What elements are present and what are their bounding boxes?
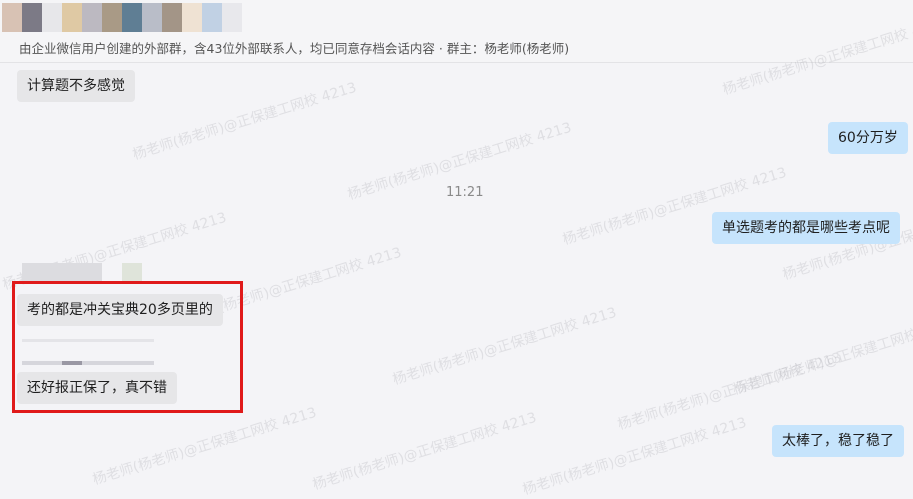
watermark-text: 杨老师(杨老师)@正保建工网校 4213: [615, 349, 844, 434]
watermark-text: 杨老师(杨老师)@正保建工网校 4213: [730, 315, 913, 399]
sender-name-blurred: [22, 263, 102, 283]
member-avatar[interactable]: [222, 3, 242, 32]
member-avatar[interactable]: [182, 3, 202, 32]
message-outgoing[interactable]: 60分万岁: [828, 122, 908, 154]
member-avatar[interactable]: [82, 3, 102, 32]
highlight-box: [12, 281, 243, 413]
member-avatar[interactable]: [122, 3, 142, 32]
watermark-text: 杨老师(杨老师)@正保建工网校 4213: [130, 79, 359, 164]
message-incoming[interactable]: 计算题不多感觉: [17, 70, 135, 102]
message-outgoing[interactable]: 太棒了，稳了稳了: [772, 425, 904, 457]
member-avatar[interactable]: [62, 3, 82, 32]
member-avatar[interactable]: [202, 3, 222, 32]
sender-avatar-blurred[interactable]: [122, 263, 142, 283]
watermark-text: 杨老师(杨老师)@正保建工网校 4213: [520, 414, 749, 499]
message-outgoing[interactable]: 单选题考的都是哪些考点呢: [712, 212, 900, 244]
member-avatar[interactable]: [2, 3, 22, 32]
member-avatar[interactable]: [22, 3, 42, 32]
member-avatar[interactable]: [102, 3, 122, 32]
chat-header: 由企业微信用户创建的外部群，含43位外部联系人，均已同意存档会话内容 · 群主：…: [0, 0, 913, 63]
watermark-text: 杨老师(杨老师)@正保建工网校 4213: [390, 304, 619, 389]
group-notice: 由企业微信用户创建的外部群，含43位外部联系人，均已同意存档会话内容 · 群主：…: [19, 41, 570, 56]
group-avatars[interactable]: [2, 3, 242, 32]
message-timestamp: 11:21: [446, 185, 484, 200]
member-avatar[interactable]: [42, 3, 62, 32]
member-avatar[interactable]: [162, 3, 182, 32]
watermark-text: 杨老师(杨老师)@正保建工网校 4213: [310, 409, 539, 494]
member-avatar[interactable]: [142, 3, 162, 32]
watermark-text: 杨老师(杨老师)@正保建工网校 4213: [90, 404, 319, 489]
